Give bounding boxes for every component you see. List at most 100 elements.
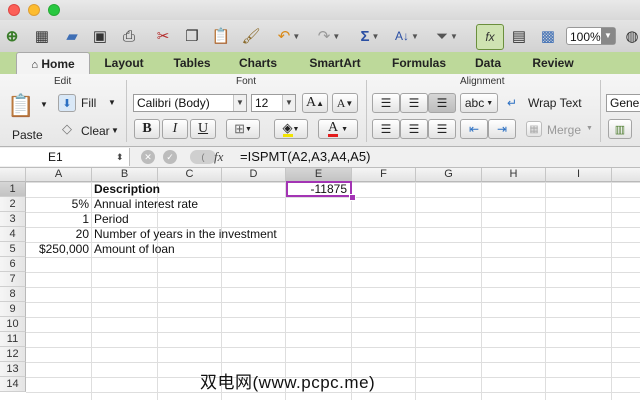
save-icon[interactable]: ▣ (90, 24, 110, 48)
row-header-3[interactable]: 3 (0, 212, 26, 227)
align-right-button[interactable]: ☰ (428, 119, 456, 139)
clear-chevron-icon[interactable]: ▼ (111, 126, 119, 135)
row-header-13[interactable]: 13 (0, 362, 26, 377)
number-format-select[interactable]: General (606, 94, 640, 112)
grow-font-button[interactable]: A ▲ (302, 93, 328, 113)
row-header-11[interactable]: 11 (0, 332, 26, 347)
text-orientation-button[interactable]: abc ▼ (460, 93, 498, 113)
fill-chevron-icon[interactable]: ▼ (108, 98, 116, 107)
zoom-window-button[interactable] (48, 4, 60, 16)
media-browser-icon[interactable]: ▩ (536, 24, 560, 48)
cell-a2[interactable]: 5% (26, 197, 89, 212)
wrap-text-icon[interactable]: ↵ (504, 93, 520, 113)
row-header-7[interactable]: 7 (0, 272, 26, 287)
cell-b1[interactable]: Description (94, 182, 160, 197)
cell-b4[interactable]: Number of years in the investment (94, 227, 277, 242)
cell-a4[interactable]: 20 (26, 227, 89, 242)
zoom-select[interactable]: 100% ▼ (566, 27, 616, 45)
tab-smartart[interactable]: SmartArt (298, 52, 372, 74)
tab-home[interactable]: ⌂ Home (16, 52, 90, 76)
row-header-14[interactable]: 14 (0, 377, 26, 392)
cell-a5[interactable]: $250,000 (26, 242, 89, 257)
print-icon[interactable]: ⎙ (118, 24, 140, 48)
align-bottom-button[interactable]: ☰ (428, 93, 456, 113)
row-header-4[interactable]: 4 (0, 227, 26, 242)
bold-button[interactable]: B (134, 119, 160, 139)
formula-input[interactable]: =ISPMT(A2,A3,A4,A5) (240, 149, 370, 164)
row-header-9[interactable]: 9 (0, 302, 26, 317)
font-name-select[interactable]: Calibri (Body) ▼ (133, 94, 247, 112)
align-center-button[interactable]: ☰ (400, 119, 428, 139)
column-header-e[interactable]: E (286, 168, 352, 182)
function-icon[interactable]: fx (476, 24, 504, 50)
row-header-1[interactable]: 1 (0, 182, 26, 197)
tab-tables[interactable]: Tables (164, 52, 220, 74)
paste-icon[interactable]: 📋 (210, 24, 232, 48)
font-size-select[interactable]: 12 ▼ (251, 94, 296, 112)
align-middle-button[interactable]: ☰ (400, 93, 428, 113)
sort-icon[interactable]: A↓ ▼ (392, 24, 422, 48)
cut-icon[interactable]: ✂ (152, 24, 174, 48)
paste-options-chevron-icon[interactable]: ▼ (40, 100, 48, 109)
cell-a3[interactable]: 1 (26, 212, 89, 227)
column-header-c[interactable]: C (158, 168, 222, 182)
cell-b5[interactable]: Amount of loan (94, 242, 175, 257)
tab-charts[interactable]: Charts (230, 52, 286, 74)
minimize-window-button[interactable] (28, 4, 40, 16)
row-header-2[interactable]: 2 (0, 197, 26, 212)
column-header-f[interactable]: F (352, 168, 416, 182)
cancel-entry-icon[interactable]: ✕ (141, 150, 155, 164)
row-header-5[interactable]: 5 (0, 242, 26, 257)
fill-handle[interactable] (349, 194, 356, 201)
name-box[interactable]: E1 ⬍ (0, 148, 130, 166)
merge-icon[interactable]: ▦ (526, 121, 542, 137)
font-color-button[interactable]: A ▼ (318, 119, 358, 139)
tab-formulas[interactable]: Formulas (384, 52, 454, 74)
select-all-corner[interactable] (0, 168, 26, 182)
merge-chevron-icon[interactable]: ▼ (586, 125, 593, 132)
column-header-g[interactable]: G (416, 168, 482, 182)
column-header-a[interactable]: A (26, 168, 92, 182)
show-formula-builder-icon[interactable]: ▤ (508, 24, 530, 48)
column-header-next[interactable] (612, 168, 640, 182)
wrap-text-label[interactable]: Wrap Text (528, 96, 582, 110)
align-top-button[interactable]: ☰ (372, 93, 400, 113)
paste-label[interactable]: Paste (12, 128, 43, 142)
tab-review[interactable]: Review (522, 52, 584, 74)
row-header-10[interactable]: 10 (0, 317, 26, 332)
formula-builder-icon[interactable]: ( (190, 150, 216, 164)
new-document-icon[interactable]: ⊕ (2, 24, 22, 48)
clear-label[interactable]: Clear (81, 124, 110, 138)
row-header-8[interactable]: 8 (0, 287, 26, 302)
decrease-indent-button[interactable]: ⇤ (460, 119, 488, 139)
increase-indent-button[interactable]: ⇥ (488, 119, 516, 139)
open-icon[interactable]: ▰ (60, 24, 84, 48)
row-header-12[interactable]: 12 (0, 347, 26, 362)
close-window-button[interactable] (8, 4, 20, 16)
fill-icon[interactable]: ⬇ (58, 94, 76, 112)
copy-icon[interactable]: ❐ (182, 24, 202, 48)
filter-icon[interactable]: ⏷ ▼ (430, 24, 464, 48)
borders-button[interactable]: ⊞ ▼ (226, 119, 260, 139)
shrink-font-button[interactable]: A ▼ (332, 93, 358, 113)
fx-label[interactable]: fx (214, 149, 223, 165)
row-header-6[interactable]: 6 (0, 257, 26, 272)
cell-b2[interactable]: Annual interest rate (94, 197, 198, 212)
tab-layout[interactable]: Layout (94, 52, 154, 74)
redo-icon[interactable]: ↷ ▼ (312, 24, 346, 48)
undo-icon[interactable]: ↶ ▼ (272, 24, 306, 48)
column-header-b[interactable]: B (92, 168, 158, 182)
align-left-button[interactable]: ☰ (372, 119, 400, 139)
underline-button[interactable]: U (190, 119, 216, 139)
column-header-d[interactable]: D (222, 168, 286, 182)
cell-b3[interactable]: Period (94, 212, 129, 227)
autosum-icon[interactable]: Σ ▼ (356, 24, 384, 48)
number-format-icon[interactable]: ▥ (608, 119, 632, 139)
fill-color-button[interactable]: ◈ ▼ (274, 119, 308, 139)
column-header-h[interactable]: H (482, 168, 546, 182)
eraser-icon[interactable]: ◇ (58, 120, 76, 138)
cell-e1-selected[interactable]: -11875 (286, 181, 352, 197)
paste-button-icon[interactable]: 📋 (6, 92, 36, 120)
confirm-entry-icon[interactable]: ✓ (163, 150, 177, 164)
format-painter-icon[interactable]: 🖌 (240, 24, 262, 48)
